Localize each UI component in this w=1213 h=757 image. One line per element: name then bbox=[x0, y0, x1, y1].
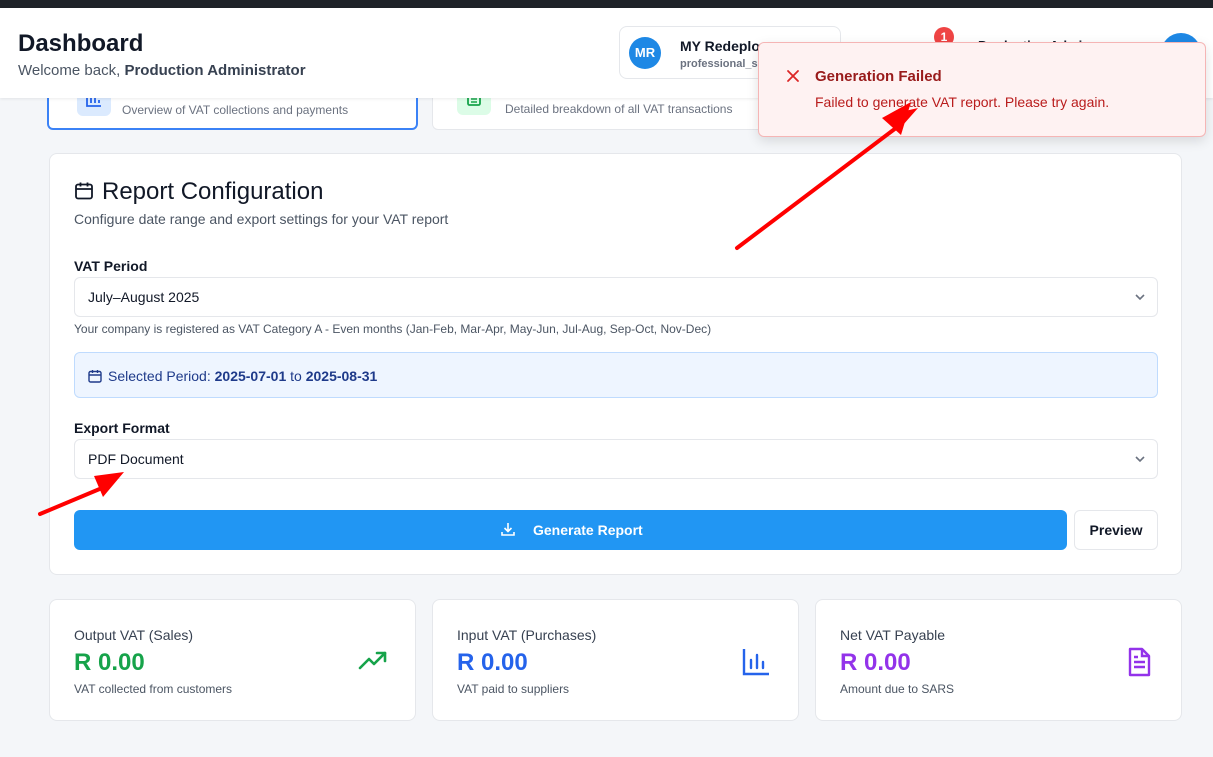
stat-title: Output VAT (Sales) bbox=[74, 627, 194, 643]
net-vat-card: Net VAT Payable R 0.00 Amount due to SAR… bbox=[815, 599, 1182, 721]
generate-report-button[interactable]: Generate Report bbox=[74, 510, 1067, 550]
stat-value: R 0.00 bbox=[840, 649, 911, 676]
company-avatar: MR bbox=[629, 37, 661, 69]
chevron-down-icon bbox=[1133, 452, 1147, 471]
welcome-text: Welcome back, Production Administrator bbox=[18, 62, 306, 79]
bar-chart-icon bbox=[740, 646, 772, 683]
preview-button[interactable]: Preview bbox=[1074, 510, 1158, 550]
stat-subtitle: VAT paid to suppliers bbox=[457, 682, 570, 696]
selected-period-banner: Selected Period: 2025-07-01 to 2025-08-3… bbox=[74, 352, 1158, 398]
vat-period-value: July–August 2025 bbox=[88, 289, 200, 305]
welcome-prefix: Welcome back, bbox=[18, 62, 121, 79]
selected-period-to-word: to bbox=[290, 368, 302, 384]
calendar-icon bbox=[74, 181, 94, 206]
tab-overview-description: Overview of VAT collections and payments bbox=[122, 103, 349, 117]
toast-message: Failed to generate VAT report. Please tr… bbox=[815, 94, 1110, 110]
report-config-description: Configure date range and export settings… bbox=[74, 211, 449, 227]
vat-period-hint: Your company is registered as VAT Catego… bbox=[74, 322, 712, 336]
stat-title: Net VAT Payable bbox=[840, 627, 946, 643]
report-config-title: Report Configuration bbox=[102, 178, 324, 205]
welcome-user-name: Production Administrator bbox=[124, 62, 306, 79]
toast-title: Generation Failed bbox=[815, 68, 942, 85]
selected-period-from: 2025-07-01 bbox=[214, 368, 287, 384]
download-icon bbox=[500, 521, 516, 542]
vat-period-select[interactable]: July–August 2025 bbox=[74, 277, 1158, 317]
export-format-value: PDF Document bbox=[88, 451, 184, 467]
tab-detailed-description: Detailed breakdown of all VAT transactio… bbox=[505, 102, 733, 116]
export-format-label: Export Format bbox=[74, 420, 170, 436]
input-vat-card: Input VAT (Purchases) R 0.00 VAT paid to… bbox=[432, 599, 799, 721]
error-toast: Generation Failed Failed to generate VAT… bbox=[758, 42, 1206, 137]
report-configuration-card: Report Configuration Configure date rang… bbox=[49, 153, 1182, 575]
stat-value: R 0.00 bbox=[457, 649, 528, 676]
vat-period-label: VAT Period bbox=[74, 258, 148, 274]
stat-subtitle: Amount due to SARS bbox=[840, 682, 955, 696]
stat-value: R 0.00 bbox=[74, 649, 145, 676]
company-plan: professional_s bbox=[680, 58, 758, 70]
selected-period-to: 2025-08-31 bbox=[305, 368, 378, 384]
company-name: MY Redeploy bbox=[680, 38, 768, 54]
export-format-select[interactable]: PDF Document bbox=[74, 439, 1158, 479]
stat-title: Input VAT (Purchases) bbox=[457, 627, 597, 643]
selected-period-label: Selected Period: bbox=[108, 368, 211, 384]
stat-subtitle: VAT collected from customers bbox=[74, 682, 233, 696]
chevron-down-icon bbox=[1133, 290, 1147, 309]
page-title: Dashboard bbox=[18, 30, 144, 57]
trending-up-icon bbox=[357, 646, 389, 683]
selected-period-text: Selected Period: 2025-07-01 to 2025-08-3… bbox=[108, 368, 377, 384]
file-text-icon bbox=[1123, 646, 1155, 683]
output-vat-card: Output VAT (Sales) R 0.00 VAT collected … bbox=[49, 599, 416, 721]
calendar-icon bbox=[88, 369, 102, 388]
generate-report-label: Generate Report bbox=[533, 522, 643, 538]
top-strip bbox=[0, 0, 1213, 8]
close-icon[interactable] bbox=[786, 69, 800, 88]
